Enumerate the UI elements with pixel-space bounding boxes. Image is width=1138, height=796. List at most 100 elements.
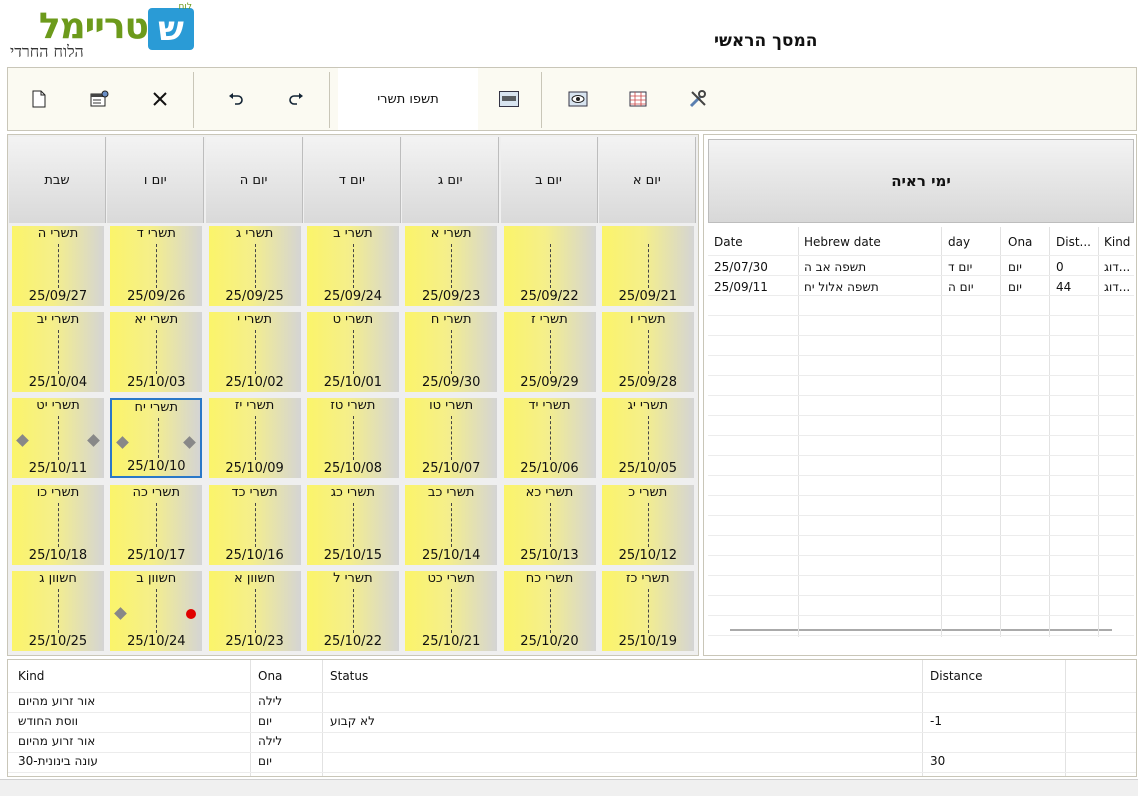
- column-header[interactable]: Kind: [18, 669, 44, 683]
- table-cell[interactable]: עונה בינונית-30: [18, 754, 98, 768]
- row-divider: [8, 752, 1136, 753]
- day-night-divider: [352, 330, 354, 375]
- calendar-day-cell[interactable]: תשרי כט 25/10/21: [405, 570, 498, 651]
- table-cell[interactable]: 44: [1056, 280, 1071, 294]
- table-cell[interactable]: ווסת החודש: [18, 714, 78, 728]
- column-header[interactable]: Hebrew date: [804, 235, 881, 249]
- hebrew-date-label: תשרי ג: [235, 226, 274, 241]
- column-header[interactable]: Kind: [1104, 235, 1130, 249]
- calendar-day-cell[interactable]: תשרי יא 25/10/03: [110, 312, 203, 393]
- tools-icon[interactable]: [681, 82, 715, 116]
- row-divider: [708, 495, 1134, 496]
- table-cell[interactable]: 25/09/11: [714, 280, 768, 294]
- table-cell[interactable]: 25/07/30: [714, 260, 768, 274]
- calendar-day-cell[interactable]: תשרי כד 25/10/16: [208, 484, 301, 565]
- hebrew-date-label: תשרי כא: [525, 484, 574, 500]
- table-cell[interactable]: אור זרוע מהיום: [18, 694, 95, 708]
- calendar-day-cell[interactable]: תשרי כב 25/10/14: [405, 484, 498, 565]
- hebrew-date-label: תשרי ד: [136, 226, 176, 241]
- table-cell[interactable]: אור זרוע מהיום: [18, 734, 95, 748]
- calendar-day-cell[interactable]: תשרי כז 25/10/19: [601, 570, 694, 651]
- calendar-day-cell[interactable]: תשרי כו 25/10/18: [12, 484, 104, 565]
- column-header[interactable]: Date: [714, 235, 743, 249]
- day-night-divider: [58, 588, 59, 633]
- column-header[interactable]: Distance: [930, 669, 982, 683]
- table-cell[interactable]: 0: [1056, 260, 1064, 274]
- calendar-day-cell[interactable]: תשרי כ 25/10/12: [601, 484, 694, 565]
- calendar-day-cell[interactable]: תשרי כג 25/10/15: [306, 484, 399, 565]
- new-document-icon[interactable]: [22, 82, 56, 116]
- properties-icon[interactable]: [82, 82, 116, 116]
- gregorian-date-label: 25/10/11: [28, 461, 88, 477]
- gregorian-date-label: 25/09/25: [225, 289, 284, 304]
- hebrew-date-label: חשוון ג: [39, 570, 77, 586]
- calendar-day-cell[interactable]: תשרי ג 25/09/25: [208, 226, 301, 306]
- day-night-divider: [254, 588, 256, 633]
- table-cell[interactable]: יום: [1008, 280, 1022, 294]
- calendar-day-cell[interactable]: תשרי א 25/09/23: [405, 226, 498, 306]
- calendar-view-icon[interactable]: [492, 82, 526, 116]
- table-cell[interactable]: 30: [930, 754, 945, 768]
- calendar-day-cell[interactable]: תשרי ט 25/10/01: [306, 312, 399, 393]
- calendar-day-cell[interactable]: 25/09/21: [601, 226, 694, 306]
- column-header[interactable]: Dist...: [1056, 235, 1091, 249]
- gregorian-date-label: 25/10/13: [520, 547, 579, 563]
- calendar-day-cell[interactable]: חשוון ב 25/10/24: [110, 570, 203, 651]
- calendar-day-cell[interactable]: תשרי יח 25/10/10: [110, 398, 203, 479]
- day-night-divider: [254, 416, 256, 461]
- table-cell[interactable]: תשפה אב ה: [804, 260, 866, 274]
- calendar-day-cell[interactable]: חשוון א 25/10/23: [208, 570, 301, 651]
- calendar-day-cell[interactable]: תשרי יג 25/10/05: [601, 398, 694, 479]
- column-header[interactable]: Ona: [1008, 235, 1032, 249]
- calendar-day-cell[interactable]: תשרי יב 25/10/04: [12, 312, 104, 393]
- calendar-day-cell[interactable]: תשרי ז 25/09/29: [503, 312, 596, 393]
- calendar-day-cell[interactable]: תשרי י 25/10/02: [208, 312, 301, 393]
- column-divider: [322, 660, 323, 776]
- gregorian-date-label: 25/10/01: [323, 375, 383, 391]
- row-divider: [708, 575, 1134, 576]
- calendar-day-cell[interactable]: תשרי ד 25/09/26: [110, 226, 203, 306]
- column-header[interactable]: day: [948, 235, 970, 249]
- undo-icon[interactable]: [219, 82, 253, 116]
- calendar-grid-icon[interactable]: [621, 82, 655, 116]
- calendar-day-cell[interactable]: תשרי ו 25/09/28: [601, 312, 694, 393]
- column-header[interactable]: Ona: [258, 669, 282, 683]
- table-cell[interactable]: -1: [930, 714, 942, 728]
- calendar-day-cell[interactable]: חשוון ג 25/10/25: [12, 570, 104, 651]
- day-night-divider: [156, 588, 158, 633]
- sighting-marker-icon: [186, 608, 197, 619]
- calendar-day-cell[interactable]: 25/09/22: [503, 226, 596, 306]
- horizontal-scrollbar[interactable]: [730, 629, 1112, 631]
- calendar-day-cell[interactable]: תשרי טו 25/10/07: [405, 398, 498, 479]
- column-header[interactable]: Status: [330, 669, 368, 683]
- column-divider: [922, 660, 923, 776]
- table-cell[interactable]: דוג...: [1104, 260, 1132, 274]
- table-cell[interactable]: לילה: [258, 694, 282, 708]
- calendar-day-cell[interactable]: תשרי כא 25/10/13: [503, 484, 596, 565]
- calendar-day-cell[interactable]: תשרי ב 25/09/24: [306, 226, 399, 306]
- table-cell[interactable]: יום: [258, 714, 272, 728]
- eye-view-icon[interactable]: [561, 82, 595, 116]
- calendar-day-cell[interactable]: תשרי ל 25/10/22: [306, 570, 399, 651]
- table-cell[interactable]: יום: [258, 754, 272, 768]
- table-cell[interactable]: יום ה: [948, 280, 974, 294]
- calendar-day-cell[interactable]: תשרי יז 25/10/09: [208, 398, 301, 479]
- calendar-day-cell[interactable]: תשרי יד 25/10/06: [503, 398, 596, 479]
- calendar-day-cell[interactable]: תשרי כח 25/10/20: [503, 570, 596, 651]
- calendar-day-cell[interactable]: תשרי ח 25/09/30: [405, 312, 498, 393]
- table-cell[interactable]: תשפה אלול יח: [804, 280, 879, 294]
- calendar-day-cell[interactable]: תשרי כה 25/10/17: [110, 484, 203, 565]
- calendar-day-cell[interactable]: תשרי יט 25/10/11: [12, 398, 104, 479]
- table-cell[interactable]: יום ד: [948, 260, 972, 274]
- table-cell[interactable]: לילה: [258, 734, 282, 748]
- gregorian-date-label: 25/10/14: [421, 547, 481, 563]
- table-cell[interactable]: יום: [1008, 260, 1022, 274]
- status-bar: [0, 779, 1138, 796]
- table-cell[interactable]: דוג...: [1104, 280, 1132, 294]
- gregorian-date-label: 25/09/26: [127, 289, 186, 304]
- close-icon[interactable]: [143, 82, 177, 116]
- calendar-day-cell[interactable]: תשרי טז 25/10/08: [306, 398, 399, 479]
- table-cell[interactable]: לא קבוע: [330, 714, 375, 728]
- redo-icon[interactable]: [279, 82, 313, 116]
- calendar-day-cell[interactable]: תשרי ה 25/09/27: [12, 226, 104, 306]
